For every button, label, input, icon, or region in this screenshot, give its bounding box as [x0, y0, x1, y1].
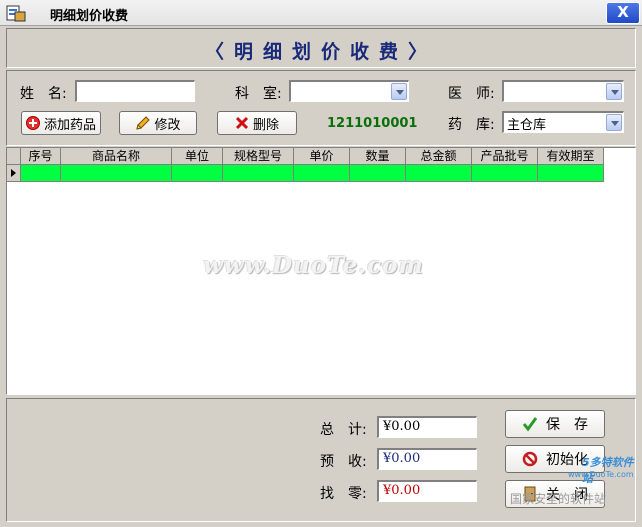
close-window-button[interactable]: X: [606, 2, 640, 24]
total-field: ¥0.00: [377, 416, 477, 438]
save-label: 保 存: [546, 417, 588, 433]
edit-label: 修改: [154, 117, 181, 133]
row-indicator-header: [7, 148, 21, 165]
pharmacy-label: 药库:: [448, 117, 495, 133]
corner-watermark: 国家安全的软件站: [510, 492, 607, 506]
table-cell[interactable]: [294, 165, 350, 182]
column-header[interactable]: 序号: [21, 148, 61, 165]
checkmark-icon: [522, 417, 538, 432]
items-grid[interactable]: 序号 商品名称 单位 规格型号 单价 数量 总金额 产品批号 有效期至 www.…: [6, 147, 636, 395]
change-field: ¥0.00: [377, 480, 477, 502]
doctor-select[interactable]: [502, 80, 624, 102]
column-header[interactable]: 单价: [294, 148, 350, 165]
watermark: www.DuoTe.com: [203, 252, 424, 279]
record-code: 1211010001: [327, 116, 418, 131]
corner-url: www.DuoTe.com: [568, 470, 634, 479]
form-panel: 姓名: 科室: 医师: 添加药品 修改 删除 1211010001 药 库: 主…: [6, 70, 636, 146]
window-title: 明细划价收费: [50, 9, 129, 24]
table-cell[interactable]: [21, 165, 61, 182]
page-title: 〈明细划价收费〉: [204, 41, 437, 63]
pharmacy-select[interactable]: 主仓库: [502, 111, 624, 133]
name-input[interactable]: [75, 80, 195, 102]
dept-label: 科室:: [235, 86, 282, 102]
column-header[interactable]: 数量: [350, 148, 406, 165]
column-header[interactable]: 单位: [172, 148, 223, 165]
add-drug-label: 添加药品: [43, 117, 96, 133]
table-cell[interactable]: [61, 165, 172, 182]
header-panel: 〈明细划价收费〉: [6, 28, 636, 68]
chevron-down-icon[interactable]: [391, 83, 407, 100]
table-cell[interactable]: [472, 165, 538, 182]
column-header[interactable]: 商品名称: [61, 148, 172, 165]
chevron-down-icon[interactable]: [606, 114, 622, 131]
change-label: 找零:: [320, 486, 367, 502]
name-label: 姓名:: [20, 86, 67, 102]
row-indicator-icon: [7, 165, 21, 182]
column-header[interactable]: 有效期至: [538, 148, 604, 165]
received-input[interactable]: ¥0.00: [377, 448, 477, 470]
delete-button[interactable]: 删除: [217, 111, 297, 135]
pharmacy-select-value: 主仓库: [507, 118, 547, 133]
table-cell[interactable]: [350, 165, 406, 182]
table-row[interactable]: [7, 165, 604, 182]
chevron-down-icon[interactable]: [606, 83, 622, 100]
edit-button[interactable]: 修改: [119, 111, 197, 135]
plus-icon: [25, 116, 40, 130]
grid-header: 序号 商品名称 单位 规格型号 单价 数量 总金额 产品批号 有效期至: [7, 148, 604, 165]
prohibited-icon: [522, 451, 538, 467]
title-bar: 明细划价收费 X: [0, 0, 642, 26]
doctor-label: 医师:: [448, 86, 495, 102]
total-label: 总计:: [320, 422, 367, 438]
save-button[interactable]: 保 存: [505, 410, 605, 438]
column-header[interactable]: 产品批号: [472, 148, 538, 165]
table-cell[interactable]: [172, 165, 223, 182]
column-header[interactable]: 规格型号: [223, 148, 294, 165]
table-cell[interactable]: [223, 165, 294, 182]
delete-label: 删除: [252, 117, 279, 133]
app-icon: [6, 5, 26, 22]
table-cell[interactable]: [538, 165, 604, 182]
pencil-icon: [136, 115, 151, 130]
dept-select[interactable]: [289, 80, 409, 102]
delete-icon: [235, 116, 249, 130]
column-header[interactable]: 总金额: [406, 148, 472, 165]
table-cell[interactable]: [406, 165, 472, 182]
add-drug-button[interactable]: 添加药品: [21, 111, 101, 135]
received-label: 预收:: [320, 454, 367, 470]
